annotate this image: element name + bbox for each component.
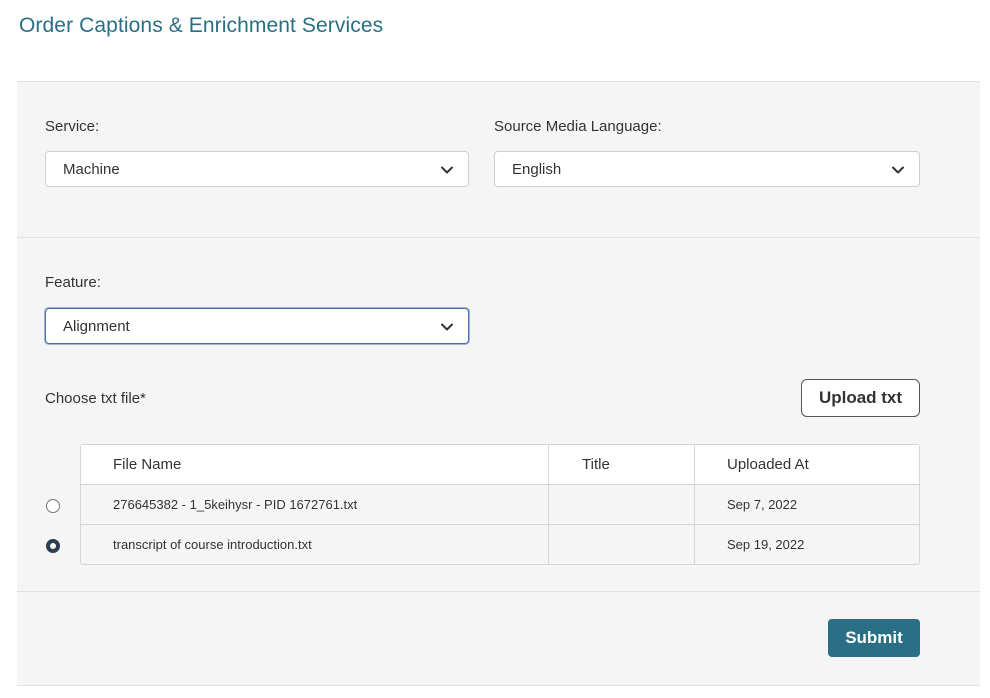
actions-panel: Submit — [17, 591, 980, 686]
feature-select-value: Alignment — [63, 317, 130, 335]
feature-label: Feature: — [45, 274, 101, 291]
chevron-down-icon — [440, 163, 454, 177]
table-row[interactable]: transcript of course introduction.txt Se… — [81, 524, 919, 564]
file-name-cell: 276645382 - 1_5keihysr - PID 1672761.txt — [113, 497, 358, 512]
service-select[interactable]: Machine — [45, 151, 469, 187]
service-panel: Service: Machine Source Media Language: … — [17, 81, 980, 237]
feature-select[interactable]: Alignment — [45, 308, 469, 344]
table-row[interactable]: 276645382 - 1_5keihysr - PID 1672761.txt… — [81, 484, 919, 524]
uploaded-at-cell: Sep 7, 2022 — [694, 485, 919, 524]
submit-button[interactable]: Submit — [828, 619, 920, 657]
language-select[interactable]: English — [494, 151, 920, 187]
title-cell — [548, 525, 694, 564]
file-radio-2[interactable] — [46, 539, 60, 553]
service-select-value: Machine — [63, 160, 120, 178]
file-name-cell: transcript of course introduction.txt — [113, 537, 312, 552]
language-select-value: English — [512, 160, 562, 178]
service-label: Service: — [45, 118, 100, 135]
column-header-uploaded-at: Uploaded At — [694, 445, 919, 484]
language-label: Source Media Language: — [494, 118, 662, 135]
page-title: Order Captions & Enrichment Services — [19, 14, 384, 37]
chevron-down-icon — [891, 163, 905, 177]
column-header-file-name: File Name — [113, 456, 182, 473]
column-header-title: Title — [548, 445, 694, 484]
choose-txt-label: Choose txt file* — [45, 390, 146, 407]
upload-txt-button[interactable]: Upload txt — [801, 379, 920, 417]
title-cell — [548, 485, 694, 524]
uploaded-at-cell: Sep 19, 2022 — [694, 525, 919, 564]
feature-panel: Feature: Alignment Choose txt file* Uplo… — [17, 237, 980, 591]
table-header-row: File Name Title Uploaded At — [81, 445, 919, 484]
chevron-down-icon — [440, 320, 454, 334]
txt-file-table: File Name Title Uploaded At 276645382 - … — [80, 444, 920, 565]
file-radio-1[interactable] — [46, 499, 60, 513]
